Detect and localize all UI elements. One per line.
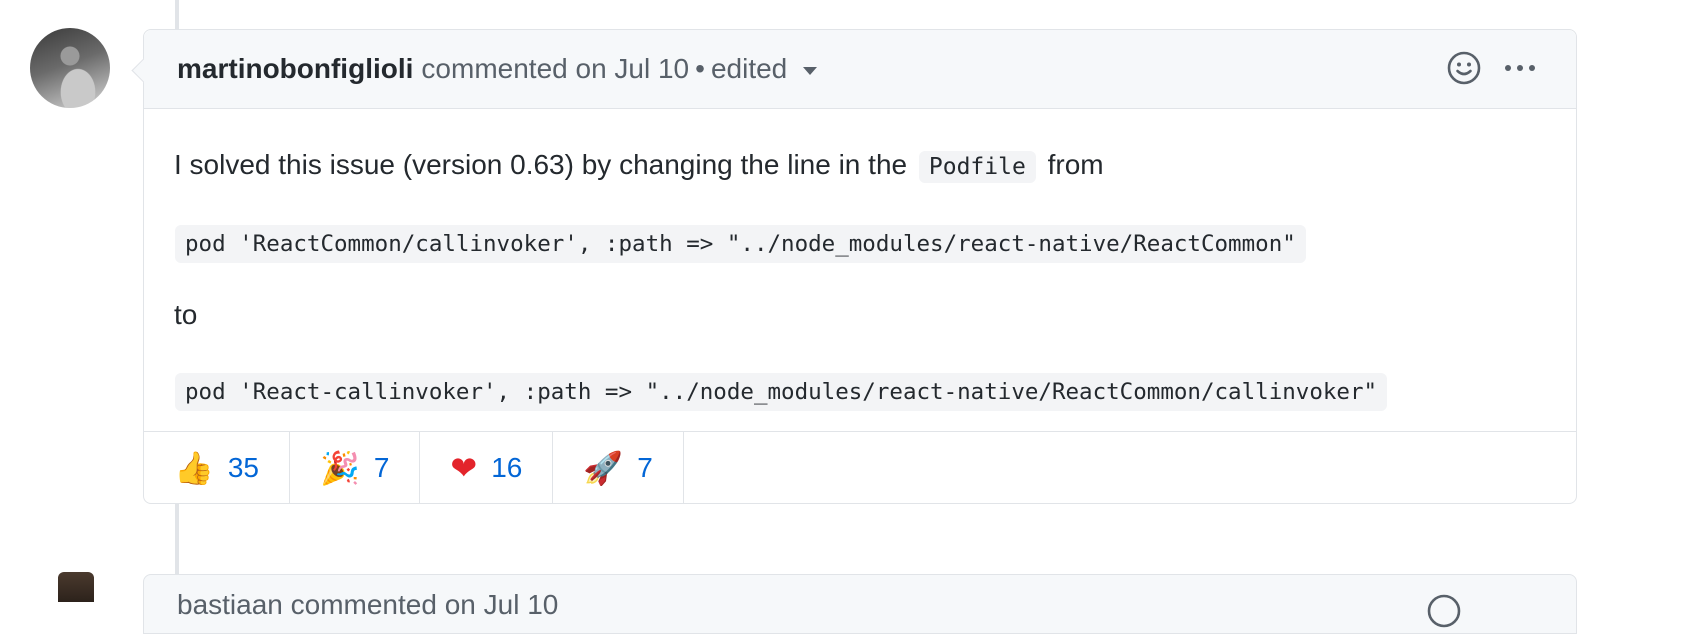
party-popper-icon: 🎉 xyxy=(320,449,360,487)
chevron-down-icon[interactable] xyxy=(803,67,818,75)
reaction-party-popper[interactable]: 🎉 7 xyxy=(290,432,421,504)
next-comment-card: bastiaan commented on Jul 10 xyxy=(143,574,1577,634)
comment-card: martinobonfiglioli commented on Jul 10 •… xyxy=(131,29,1577,504)
next-comment-header: bastiaan commented on Jul 10 xyxy=(177,589,559,620)
reaction-count: 35 xyxy=(227,452,259,483)
add-reaction-icon[interactable] xyxy=(1446,50,1482,86)
thumbs-up-icon: 👍 xyxy=(174,449,214,487)
reaction-count: 7 xyxy=(637,452,653,483)
reaction-count: 16 xyxy=(491,452,523,483)
comment-body: I solved this issue (version 0.63) by ch… xyxy=(144,109,1576,432)
author-link[interactable]: martinobonfiglioli xyxy=(177,53,413,85)
avatar[interactable] xyxy=(30,28,110,108)
body-paragraph-2: to xyxy=(174,299,198,330)
add-reaction-icon[interactable] xyxy=(1426,593,1462,629)
inline-code-podfile: Podfile xyxy=(918,151,1036,183)
rocket-icon: 🚀 xyxy=(583,449,624,487)
edited-label[interactable]: edited xyxy=(711,53,787,85)
reaction-rocket[interactable]: 🚀 7 xyxy=(553,432,684,504)
comment-action-text[interactable]: commented on Jul 10 xyxy=(421,53,689,85)
reaction-count: 7 xyxy=(373,452,390,483)
code-old-line: pod 'ReactCommon/callinvoker', :path => … xyxy=(175,225,1306,263)
heart-icon: ❤ xyxy=(450,449,478,487)
kebab-menu-icon[interactable] xyxy=(1502,50,1538,86)
reactions-bar: 👍 35 🎉 7 ❤ 16 🚀 7 xyxy=(144,432,1576,504)
code-new-line: pod 'React-callinvoker', :path => "../no… xyxy=(175,373,1388,411)
next-avatar[interactable] xyxy=(58,572,94,602)
header-actions xyxy=(1446,50,1538,86)
reaction-thumbs-up[interactable]: 👍 35 xyxy=(144,432,290,504)
reaction-heart[interactable]: ❤ 16 xyxy=(420,432,554,504)
paragraph-text: from xyxy=(1047,149,1104,180)
header-separator: • xyxy=(695,53,705,84)
comment-header: martinobonfiglioli commented on Jul 10 •… xyxy=(144,30,1576,109)
body-paragraph-1: I solved this issue (version 0.63) by ch… xyxy=(174,149,1104,183)
paragraph-text: I solved this issue (version 0.63) by ch… xyxy=(174,149,908,180)
